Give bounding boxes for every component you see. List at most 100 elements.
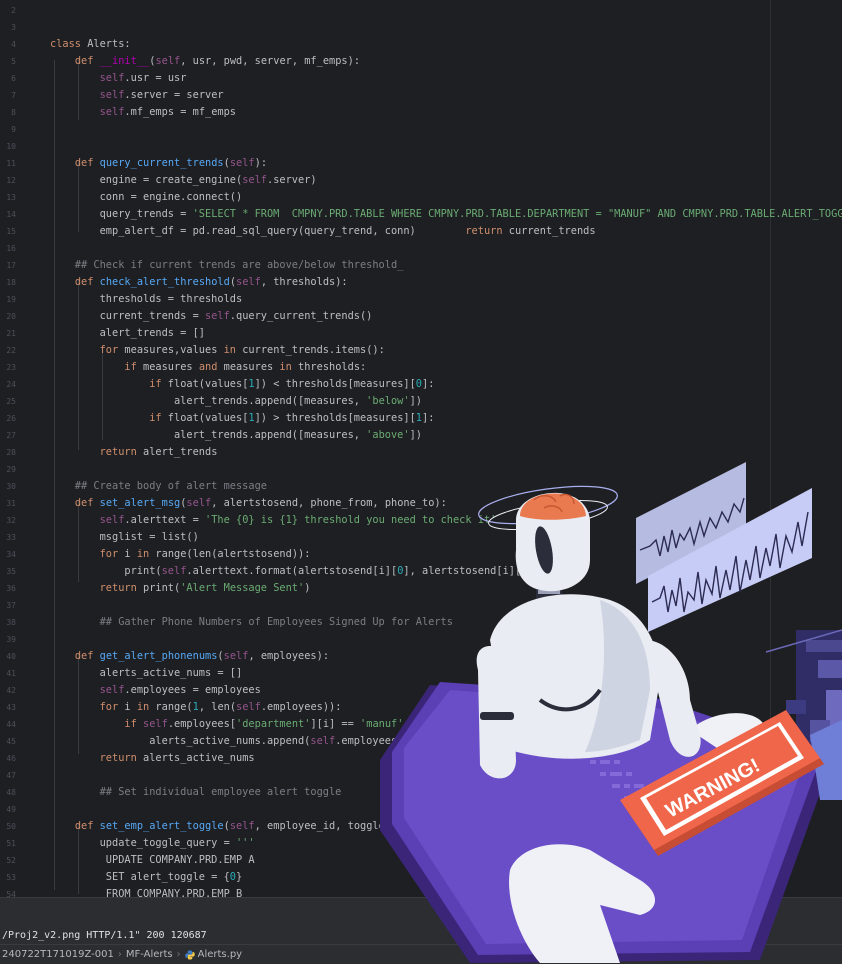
code-line[interactable]: ## Create body of alert message	[50, 480, 267, 492]
code-line[interactable]: ## Gather Phone Numbers of Employees Sig…	[50, 616, 453, 628]
code-line[interactable]: def set_emp_alert_toggle(self, employee_…	[50, 820, 441, 832]
code-line[interactable]: query_trends = 'SELECT * FROM CMPNY.PRD.…	[50, 208, 842, 220]
line-number: 49	[6, 805, 16, 814]
line-number: 45	[6, 737, 16, 746]
code-line[interactable]: self.employees = employees	[50, 684, 261, 696]
code-line[interactable]: UPDATE COMPANY.PRD.EMP A	[50, 854, 255, 866]
line-number: 11	[6, 159, 16, 168]
code-line[interactable]: self.alerttext = 'The {0} is {1} thresho…	[50, 514, 497, 526]
line-number: 39	[6, 635, 16, 644]
line-number: 48	[6, 788, 16, 797]
line-number: 42	[6, 686, 16, 695]
line-number: 32	[6, 516, 16, 525]
line-number: 3	[11, 23, 16, 32]
line-number: 26	[6, 414, 16, 423]
right-margin-guide	[770, 0, 771, 897]
code-line[interactable]: alerts_active_nums.append(self.employees	[50, 735, 397, 747]
code-line[interactable]: return print('Alert Message Sent')	[50, 582, 311, 594]
terminal-output: /Proj2_v2.png HTTP/1.1" 200 120687	[2, 930, 207, 941]
code-line[interactable]: ## Check if current trends are above/bel…	[50, 259, 404, 271]
line-number: 9	[11, 125, 16, 134]
line-number: 15	[6, 227, 16, 236]
line-number: 52	[6, 856, 16, 865]
code-line[interactable]: alert_trends = []	[50, 327, 205, 339]
code-line[interactable]: return alert_trends	[50, 446, 218, 458]
python-file-icon	[184, 950, 195, 959]
line-number: 43	[6, 703, 16, 712]
line-number: 24	[6, 380, 16, 389]
code-line[interactable]: for i in range(len(alertstosend)):	[50, 548, 311, 560]
line-number: 8	[11, 108, 16, 117]
code-line[interactable]: alert_trends.append([measures, 'above'])	[50, 429, 422, 441]
line-number: 25	[6, 397, 16, 406]
code-line[interactable]: SET alert_toggle = {0}	[50, 871, 242, 883]
line-number: 14	[6, 210, 16, 219]
code-line[interactable]: current_trends = self.query_current_tren…	[50, 310, 373, 322]
code-line[interactable]: conn = engine.connect()	[50, 191, 243, 203]
line-number: 23	[6, 363, 16, 372]
line-number: 38	[6, 618, 16, 627]
line-number: 18	[6, 278, 16, 287]
code-line[interactable]: alert_trends.append([measures, 'below'])	[50, 395, 422, 407]
code-line[interactable]: if float(values[1]) > thresholds[measure…	[50, 412, 434, 424]
line-number: 7	[11, 91, 16, 100]
line-number: 40	[6, 652, 16, 661]
code-line[interactable]: class Alerts:	[50, 38, 131, 50]
line-number: 2	[11, 6, 16, 15]
code-line[interactable]: self.server = server	[50, 89, 224, 101]
code-line[interactable]: def get_alert_phonenums(self, employees)…	[50, 650, 329, 662]
line-number: 53	[6, 873, 16, 882]
line-number: 28	[6, 448, 16, 457]
line-number: 50	[6, 822, 16, 831]
code-line[interactable]: FROM COMPANY.PRD.EMP B	[50, 888, 242, 897]
code-line[interactable]: emp_alert_df = pd.read_sql_query(query_t…	[50, 225, 596, 237]
code-line[interactable]: alerts_active_nums = []	[50, 667, 243, 679]
line-number: 36	[6, 584, 16, 593]
code-line[interactable]: msglist = list()	[50, 531, 199, 543]
line-number: 27	[6, 431, 16, 440]
status-bar: 240722T171019Z-001 › MF-Alerts › Alerts.…	[0, 944, 842, 964]
code-line[interactable]: ## Set individual employee alert toggle	[50, 786, 342, 798]
code-line[interactable]: def query_current_trends(self):	[50, 157, 267, 169]
code-line[interactable]: return alerts_active_nums	[50, 752, 255, 764]
code-line[interactable]: print(self.alerttext.format(alertstosend…	[50, 565, 546, 577]
line-number: 19	[6, 295, 16, 304]
breadcrumb-file[interactable]: Alerts.py	[198, 949, 242, 960]
line-number: 54	[6, 890, 16, 897]
line-number: 4	[11, 40, 16, 49]
line-number: 30	[6, 482, 16, 491]
line-number: 29	[6, 465, 16, 474]
code-line[interactable]: if measures and measures in thresholds:	[50, 361, 366, 373]
line-number: 33	[6, 533, 16, 542]
code-line[interactable]: thresholds = thresholds	[50, 293, 243, 305]
code-line[interactable]: self.mf_emps = mf_emps	[50, 106, 236, 118]
line-number: 22	[6, 346, 16, 355]
line-number: 46	[6, 754, 16, 763]
line-number: 51	[6, 839, 16, 848]
code-line[interactable]: if float(values[1]) < thresholds[measure…	[50, 378, 434, 390]
line-number: 21	[6, 329, 16, 338]
line-number: 16	[6, 244, 16, 253]
chevron-right-icon: ›	[176, 949, 181, 960]
code-line[interactable]: def set_alert_msg(self, alertstosend, ph…	[50, 497, 447, 509]
code-line[interactable]: engine = create_engine(self.server)	[50, 174, 317, 186]
breadcrumb-project[interactable]: MF-Alerts	[126, 949, 173, 960]
line-number: 37	[6, 601, 16, 610]
code-line[interactable]: def __init__(self, usr, pwd, server, mf_…	[50, 55, 360, 67]
code-line[interactable]: for measures,values in current_trends.it…	[50, 344, 385, 356]
line-number: 10	[6, 142, 16, 151]
line-number: 20	[6, 312, 16, 321]
code-line[interactable]: if self.employees['department'][i] == 'm…	[50, 718, 403, 730]
line-number: 47	[6, 771, 16, 780]
line-number: 31	[6, 499, 16, 508]
line-number: 34	[6, 550, 16, 559]
code-line[interactable]: self.usr = usr	[50, 72, 187, 84]
code-line[interactable]: for i in range(1, len(self.employees)):	[50, 701, 342, 713]
breadcrumb-folder[interactable]: 240722T171019Z-001	[2, 949, 114, 960]
terminal-panel[interactable]: /Proj2_v2.png HTTP/1.1" 200 120687	[0, 897, 842, 945]
code-line[interactable]: def check_alert_threshold(self, threshol…	[50, 276, 348, 288]
code-line[interactable]: update_toggle_query = '''	[50, 837, 255, 849]
code-editor[interactable]: 2 3 4 5 6 7 8 9 10 11 12 13 14 15 16 17 18 19 20 21 22 23 24 25…	[0, 0, 842, 897]
line-number: 41	[6, 669, 16, 678]
line-number: 35	[6, 567, 16, 576]
